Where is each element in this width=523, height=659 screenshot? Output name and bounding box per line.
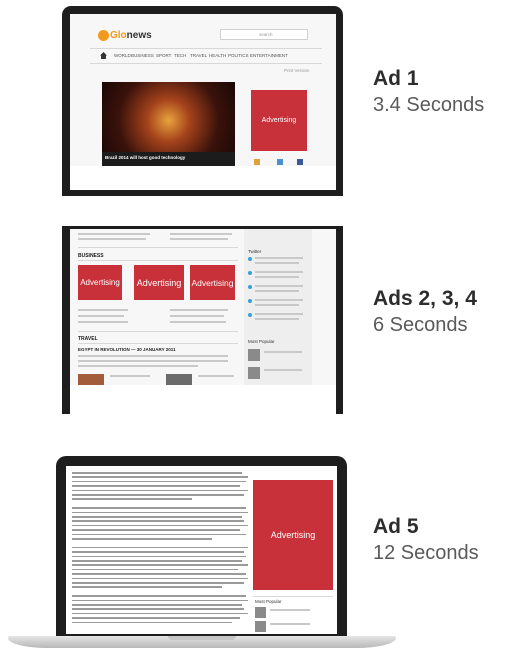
text-line <box>72 529 240 531</box>
divider <box>253 596 333 597</box>
text-line <box>72 524 248 527</box>
text-line <box>72 485 240 487</box>
advertising-label: Advertising <box>270 530 316 540</box>
text-line <box>72 617 240 619</box>
text-line <box>72 560 242 562</box>
text-line <box>72 476 248 478</box>
popular-thumbnail[interactable] <box>255 621 266 632</box>
text-line <box>72 564 248 566</box>
laptop-screen: Advertising Most Popular <box>66 466 337 634</box>
text-line <box>72 573 246 575</box>
text-line <box>72 612 248 615</box>
text-line <box>72 555 246 558</box>
text-line <box>72 608 244 610</box>
text-line <box>72 538 212 540</box>
panel-ad-5: Advertising Most Popular Ad 5 12 Seconds <box>0 0 523 659</box>
text-line <box>72 480 246 483</box>
text-line <box>72 551 244 553</box>
text-line <box>72 568 238 571</box>
text-line <box>72 604 242 606</box>
popular-thumbnail[interactable] <box>255 607 266 618</box>
text-line <box>270 609 310 611</box>
text-line <box>72 520 244 522</box>
text-line <box>72 621 232 624</box>
laptop-notch <box>168 636 236 640</box>
text-line <box>72 577 248 580</box>
text-line <box>72 498 192 500</box>
advertising-block[interactable]: Advertising <box>253 480 333 590</box>
text-line <box>72 595 246 597</box>
text-line <box>72 533 246 536</box>
text-line <box>72 599 248 602</box>
text-line <box>72 582 244 584</box>
text-line <box>270 623 310 625</box>
text-line <box>72 586 222 588</box>
ad-5-time: 12 Seconds <box>373 542 479 564</box>
sidebar-popular-heading: Most Popular <box>255 599 282 604</box>
text-line <box>72 511 248 514</box>
text-line <box>72 494 244 496</box>
ad-5-title: Ad 5 <box>373 515 419 538</box>
text-line <box>72 489 248 492</box>
text-line <box>72 546 248 549</box>
text-line <box>72 472 242 474</box>
text-line <box>72 507 246 509</box>
ad-5-label: Ad 5 12 Seconds <box>373 514 479 566</box>
text-line <box>72 516 242 518</box>
